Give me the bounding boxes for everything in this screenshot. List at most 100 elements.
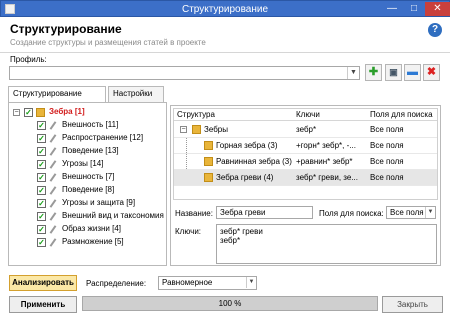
column-header-fields[interactable]: Поля для поиска xyxy=(370,110,433,119)
pen-icon xyxy=(49,121,58,130)
cell-fields: Все поля xyxy=(370,173,404,182)
collapse-icon[interactable]: − xyxy=(180,126,187,133)
table-row[interactable]: Горная зебра (3) +горн* зебр*, -... Все … xyxy=(174,138,437,154)
cell-fields: Все поля xyxy=(370,125,404,134)
collapse-icon[interactable]: − xyxy=(13,109,20,116)
profile-label: Профиль: xyxy=(10,55,47,64)
analyze-button[interactable]: Анализировать xyxy=(9,275,77,291)
folder-icon xyxy=(36,108,45,117)
header: Структурирование Создание структуры и ра… xyxy=(0,17,450,53)
cell-keys: зебр* xyxy=(296,125,317,134)
tree-item[interactable]: ✓ Внешний вид и таксономия xyxy=(9,211,166,222)
tree-item[interactable]: ✓ Поведение [13] xyxy=(9,146,166,157)
tree-item-label: Размножение [5] xyxy=(62,237,124,246)
tree-item-checkbox[interactable]: ✓ xyxy=(37,147,46,156)
chevron-down-icon[interactable]: ▼ xyxy=(425,207,435,218)
tree-item-checkbox[interactable]: ✓ xyxy=(37,212,46,221)
progress-bar: 100 % xyxy=(82,296,378,311)
folder-icon xyxy=(204,141,213,150)
tree-item-checkbox[interactable]: ✓ xyxy=(37,134,46,143)
table-row[interactable]: Равнинная зебра (3) +равнин* зебр* Все п… xyxy=(174,154,437,170)
table-row[interactable]: − Зебры зебр* Все поля xyxy=(174,122,437,138)
cell-keys: +равнин* зебр* xyxy=(296,157,353,166)
keys-textarea[interactable]: зебр* греви зебр* xyxy=(216,224,437,264)
distribution-value: Равномерное xyxy=(162,278,213,287)
tree-item[interactable]: ✓ Внешность [11] xyxy=(9,120,166,131)
tree-item[interactable]: ✓ Поведение [8] xyxy=(9,185,166,196)
column-header-structure[interactable]: Структура xyxy=(177,110,215,119)
keys-label: Ключи: xyxy=(175,227,202,236)
table-row-selected[interactable]: Зебра греви (4) зебр* греви, зе... Все п… xyxy=(174,170,437,186)
tree-item-label: Распространение [12] xyxy=(62,133,144,142)
tree-item-checkbox[interactable]: ✓ xyxy=(37,186,46,195)
pen-icon xyxy=(49,186,58,195)
pen-icon xyxy=(49,147,58,156)
search-fields-value: Все поля xyxy=(390,208,424,217)
tree-item-checkbox[interactable]: ✓ xyxy=(37,121,46,130)
tree-item[interactable]: ✓ Размножение [5] xyxy=(9,237,166,248)
tree-item[interactable]: ✓ Угрозы и защита [9] xyxy=(9,198,166,209)
tree-item-label: Угрозы и защита [9] xyxy=(62,198,136,207)
tree-item[interactable]: ✓ Образ жизни [4] xyxy=(9,224,166,235)
cell-structure: Горная зебра (3) xyxy=(216,141,278,150)
tree-item-checkbox[interactable]: ✓ xyxy=(37,160,46,169)
structure-details-panel: Структура Ключи Поля для поиска − Зебры … xyxy=(170,105,441,266)
edit-profile-button[interactable]: ▬ xyxy=(404,64,421,81)
name-label: Название: xyxy=(175,209,213,218)
chevron-down-icon[interactable]: ▼ xyxy=(246,277,256,288)
cell-keys: зебр* греви, зе... xyxy=(296,173,358,182)
save-profile-button[interactable]: ▣ xyxy=(385,64,402,81)
distribution-label: Распределение: xyxy=(86,279,147,288)
page-subtitle: Создание структуры и размещения статей в… xyxy=(10,38,206,47)
search-fields-select[interactable]: Все поля ▼ xyxy=(386,206,436,219)
pen-icon xyxy=(49,238,58,247)
folder-icon xyxy=(204,173,213,182)
tree-item-checkbox[interactable]: ✓ xyxy=(37,199,46,208)
tree-root[interactable]: − ✓ Зебра [1] xyxy=(9,107,166,118)
window-title-bar: Структурирование — □ ✕ xyxy=(0,0,450,17)
tree-item[interactable]: ✓ Распространение [12] xyxy=(9,133,166,144)
tree-item[interactable]: ✓ Угрозы [14] xyxy=(9,159,166,170)
close-window-button[interactable]: ✕ xyxy=(425,2,450,16)
close-button[interactable]: Закрыть xyxy=(382,296,443,313)
tree-item-checkbox[interactable]: ✓ xyxy=(37,225,46,234)
cell-fields: Все поля xyxy=(370,141,404,150)
tree-item-label: Внешность [11] xyxy=(62,120,119,129)
add-profile-button[interactable]: ✚ xyxy=(365,64,382,81)
cell-structure: Зебра греви (4) xyxy=(216,173,274,182)
keys-line: зебр* греви xyxy=(220,227,263,236)
tab-settings[interactable]: Настройки xyxy=(108,86,164,102)
profile-select[interactable]: ▼ xyxy=(9,66,360,80)
folder-icon xyxy=(192,125,201,134)
cell-structure: Равнинная зебра (3) xyxy=(216,157,292,166)
cell-keys: +горн* зебр*, -... xyxy=(296,141,356,150)
distribution-select[interactable]: Равномерное ▼ xyxy=(158,276,257,290)
chevron-down-icon[interactable]: ▼ xyxy=(347,67,359,79)
structure-grid: Структура Ключи Поля для поиска − Зебры … xyxy=(173,108,438,200)
tree-item-label: Внешний вид и таксономия xyxy=(62,211,164,220)
folder-icon xyxy=(204,157,213,166)
tab-structuring[interactable]: Структурирование xyxy=(8,86,106,103)
tree-item-checkbox[interactable]: ✓ xyxy=(37,173,46,182)
tree-item-label: Внешность [7] xyxy=(62,172,115,181)
minimize-button[interactable]: — xyxy=(381,2,403,16)
search-fields-label: Поля для поиска: xyxy=(319,209,384,218)
tree-item-label: Образ жизни [4] xyxy=(62,224,121,233)
pen-icon xyxy=(49,173,58,182)
tab-structuring-label: Структурирование xyxy=(13,89,82,98)
tree-item-label: Поведение [13] xyxy=(62,146,119,155)
progress-text: 100 % xyxy=(218,299,242,308)
delete-profile-button[interactable]: ✖ xyxy=(423,64,440,81)
pen-icon xyxy=(49,134,58,143)
help-icon[interactable]: ? xyxy=(428,23,442,37)
tree-item-label: Угрозы [14] xyxy=(62,159,104,168)
apply-button[interactable]: Применить xyxy=(9,296,77,313)
name-input[interactable]: Зебра греви xyxy=(216,206,313,219)
tree-item[interactable]: ✓ Внешность [7] xyxy=(9,172,166,183)
tree-root-checkbox[interactable]: ✓ xyxy=(24,108,33,117)
maximize-button[interactable]: □ xyxy=(403,2,425,16)
page-title: Структурирование xyxy=(10,22,122,36)
tree-item-label: Поведение [8] xyxy=(62,185,115,194)
tree-item-checkbox[interactable]: ✓ xyxy=(37,238,46,247)
column-header-keys[interactable]: Ключи xyxy=(296,110,320,119)
